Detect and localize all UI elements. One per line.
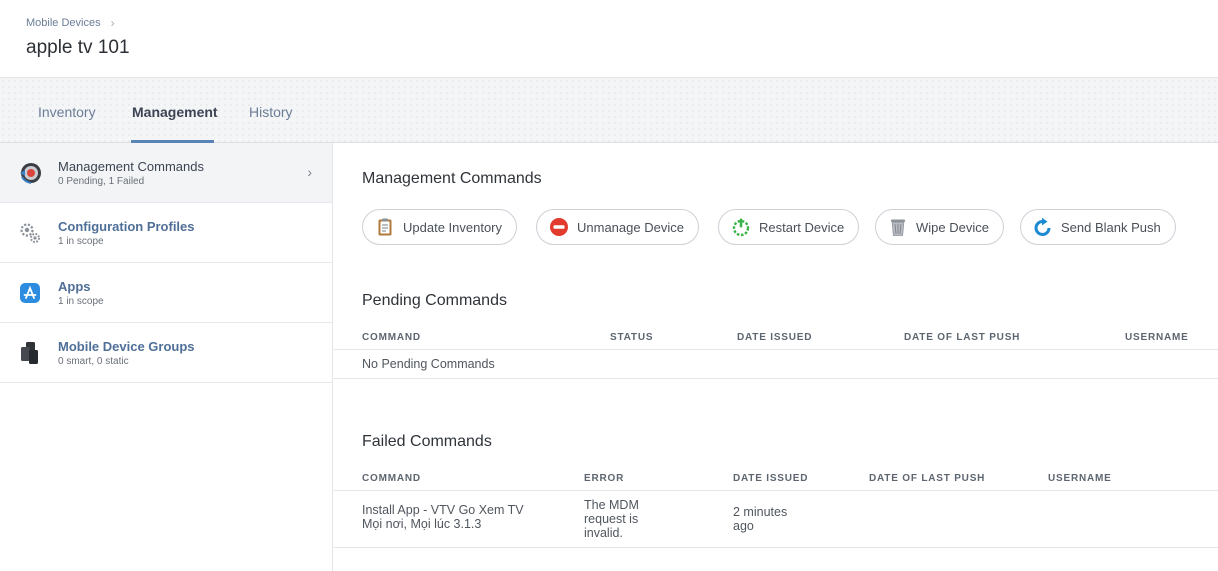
no-entry-icon [550, 218, 568, 236]
tab-management[interactable]: Management [132, 104, 218, 120]
column-header-date-last-push[interactable]: DATE OF LAST PUSH [869, 473, 985, 484]
sidebar-item-label: Configuration Profiles [58, 219, 195, 234]
management-commands-icon [18, 161, 42, 185]
sidebar-item-mobile-device-groups[interactable]: Mobile Device Groups 0 smart, 0 static [0, 323, 332, 383]
failed-commands-title: Failed Commands [362, 433, 492, 450]
column-header-command[interactable]: COMMAND [362, 332, 421, 343]
breadcrumb-separator: › [110, 16, 115, 30]
failed-date-issued-cell: 2 minutes ago [733, 505, 788, 533]
column-header-username[interactable]: USERNAME [1125, 332, 1189, 343]
sidebar-item-label: Apps [58, 279, 91, 294]
pending-empty-text: No Pending Commands [362, 357, 495, 371]
column-header-error[interactable]: ERROR [584, 473, 624, 484]
update-inventory-label: Update Inventory [403, 219, 503, 235]
column-header-status[interactable]: STATUS [610, 332, 653, 343]
clipboard-icon [378, 218, 392, 236]
gears-icon [18, 221, 42, 245]
column-header-username[interactable]: USERNAME [1048, 473, 1112, 484]
tab-bar: Inventory Management History [0, 78, 1218, 143]
power-icon [732, 218, 750, 237]
failed-error-cell: The MDM request is invalid. [584, 498, 639, 540]
pending-commands-title: Pending Commands [362, 292, 507, 309]
failed-table-header: COMMAND ERROR DATE ISSUED DATE OF LAST P… [334, 467, 1218, 491]
update-inventory-button[interactable]: Update Inventory [362, 209, 518, 245]
sidebar-item-subtitle: 0 Pending, 1 Failed [58, 176, 145, 187]
wipe-device-label: Wipe Device [916, 219, 989, 235]
unmanage-device-button[interactable]: Unmanage Device [536, 209, 699, 245]
table-row: Install App - VTV Go Xem TV Mọi nơi, Mọi… [334, 491, 1218, 548]
sidebar-item-subtitle: 1 in scope [58, 296, 104, 307]
app-store-icon [18, 281, 42, 305]
wipe-device-button[interactable]: Wipe Device [875, 209, 1004, 245]
sidebar: Management Commands 0 Pending, 1 Failed … [0, 143, 333, 571]
sidebar-item-label: Mobile Device Groups [58, 339, 195, 354]
restart-device-label: Restart Device [759, 219, 845, 235]
restart-device-button[interactable]: Restart Device [718, 209, 860, 245]
column-header-command[interactable]: COMMAND [362, 473, 421, 484]
pending-table-header: COMMAND STATUS DATE ISSUED DATE OF LAST … [334, 326, 1218, 350]
sidebar-item-subtitle: 0 smart, 0 static [58, 356, 129, 367]
trash-icon [891, 219, 905, 236]
pending-empty-row: No Pending Commands [334, 350, 1218, 379]
sidebar-item-subtitle: 1 in scope [58, 236, 104, 247]
column-header-date-issued[interactable]: DATE ISSUED [737, 332, 812, 343]
refresh-icon [1034, 217, 1051, 236]
page-header: Mobile Devices › apple tv 101 [0, 0, 1218, 78]
column-header-date-issued[interactable]: DATE ISSUED [733, 473, 808, 484]
chevron-right-icon: › [307, 164, 312, 180]
management-commands-title: Management Commands [362, 170, 542, 187]
send-blank-push-label: Send Blank Push [1061, 219, 1161, 235]
breadcrumb: Mobile Devices › [26, 16, 115, 30]
page-title: apple tv 101 [26, 37, 130, 58]
send-blank-push-button[interactable]: Send Blank Push [1020, 209, 1176, 245]
device-groups-icon [18, 341, 42, 365]
tab-inventory[interactable]: Inventory [38, 104, 96, 120]
unmanage-device-label: Unmanage Device [577, 219, 684, 235]
tab-history[interactable]: History [249, 104, 293, 120]
sidebar-item-label: Management Commands [58, 159, 204, 174]
column-header-date-last-push[interactable]: DATE OF LAST PUSH [904, 332, 1020, 343]
sidebar-item-apps[interactable]: Apps 1 in scope [0, 263, 332, 323]
sidebar-item-management-commands[interactable]: Management Commands 0 Pending, 1 Failed … [0, 143, 332, 203]
sidebar-item-configuration-profiles[interactable]: Configuration Profiles 1 in scope [0, 203, 332, 263]
main-content: Management Commands Update Inventory Unm… [334, 143, 1218, 571]
breadcrumb-mobile-devices[interactable]: Mobile Devices [26, 17, 101, 29]
failed-command-cell: Install App - VTV Go Xem TV Mọi nơi, Mọi… [362, 503, 524, 531]
